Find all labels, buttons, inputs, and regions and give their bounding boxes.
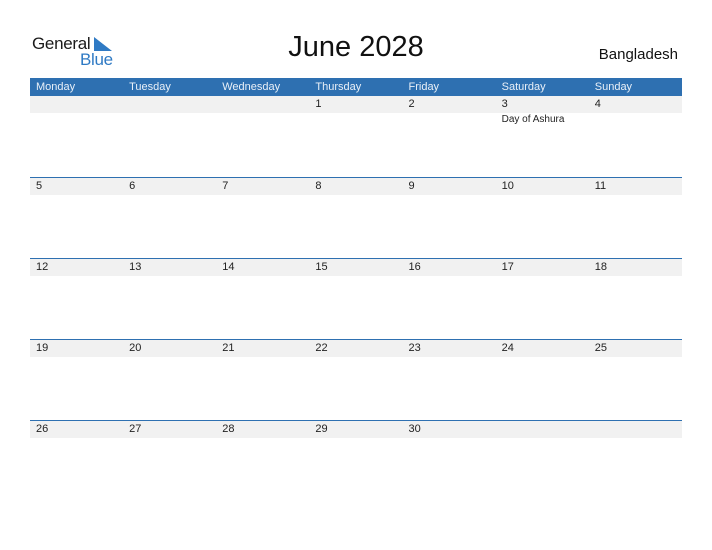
day-number: 16 xyxy=(408,261,421,273)
day-number: 18 xyxy=(594,261,607,273)
holiday-label xyxy=(30,113,123,126)
day-number: 13 xyxy=(129,261,142,273)
weekday-header-3: Thursday xyxy=(315,81,362,93)
weekday-header-5: Saturday xyxy=(501,81,546,93)
day-number: 9 xyxy=(408,180,415,192)
day-number: 2 xyxy=(408,98,415,110)
day-number xyxy=(496,421,589,438)
day-number: 12 xyxy=(36,261,49,273)
day-number-strip: 12 13 14 15 16 17 18 xyxy=(30,259,682,276)
day-number: 24 xyxy=(501,342,514,354)
weekday-header-0: Monday xyxy=(36,81,76,93)
day-number: 29 xyxy=(315,423,328,435)
day-number: 25 xyxy=(594,342,607,354)
country-label: Bangladesh xyxy=(598,46,678,63)
day-number: 8 xyxy=(315,180,322,192)
day-number-strip: 1 2 3 4 xyxy=(30,96,682,113)
events-row: Day of Ashura xyxy=(30,113,682,126)
day-number-strip: 26 27 28 29 30 xyxy=(30,421,682,438)
holiday-label xyxy=(403,113,496,126)
day-number: 5 xyxy=(36,180,43,192)
day-number-strip: 5 6 7 8 9 10 11 xyxy=(30,178,682,195)
day-number: 1 xyxy=(315,98,322,110)
day-number xyxy=(30,96,123,113)
day-number: 20 xyxy=(129,342,142,354)
day-number: 3 xyxy=(501,98,508,110)
day-number: 23 xyxy=(408,342,421,354)
weekday-header-2: Wednesday xyxy=(222,81,281,93)
week-row: 1 2 3 4 Day of Ashura xyxy=(30,96,682,177)
day-number: 6 xyxy=(129,180,136,192)
day-number: 27 xyxy=(129,423,142,435)
day-number: 10 xyxy=(501,180,514,192)
week-row: 5 6 7 8 9 10 11 xyxy=(30,177,682,258)
day-number xyxy=(589,421,682,438)
weeks-container: 1 2 3 4 Day of Ashura 5 6 7 8 9 10 11 12 13 14 15 16 17 18… xyxy=(30,96,682,501)
day-number: 17 xyxy=(501,261,514,273)
day-number: 22 xyxy=(315,342,328,354)
day-number xyxy=(123,96,216,113)
holiday-label: Day of Ashura xyxy=(501,114,565,125)
week-row: 12 13 14 15 16 17 18 xyxy=(30,258,682,339)
day-number: 28 xyxy=(222,423,235,435)
day-number xyxy=(216,96,309,113)
day-number: 19 xyxy=(36,342,49,354)
day-number: 15 xyxy=(315,261,328,273)
weekday-header-4: Friday xyxy=(408,81,440,93)
day-number: 4 xyxy=(594,98,601,110)
day-number: 11 xyxy=(594,180,607,192)
holiday-label xyxy=(589,113,682,126)
weekday-header-1: Tuesday xyxy=(129,81,171,93)
calendar-grid: Monday Tuesday Wednesday Thursday Friday Satu… xyxy=(30,78,682,501)
holiday-label xyxy=(216,113,309,126)
day-number: 30 xyxy=(408,423,421,435)
weekday-header-row: Monday Tuesday Wednesday Thursday Friday Satu… xyxy=(30,78,682,96)
day-number: 14 xyxy=(222,261,235,273)
day-number: 7 xyxy=(222,180,229,192)
weekday-header-6: Sunday xyxy=(594,81,633,93)
day-number: 21 xyxy=(222,342,235,354)
week-row: 26 27 28 29 30 xyxy=(30,420,682,501)
holiday-label xyxy=(309,113,402,126)
holiday-label xyxy=(123,113,216,126)
week-row: 19 20 21 22 23 24 25 xyxy=(30,339,682,420)
day-number-strip: 19 20 21 22 23 24 25 xyxy=(30,340,682,357)
day-number: 26 xyxy=(36,423,49,435)
